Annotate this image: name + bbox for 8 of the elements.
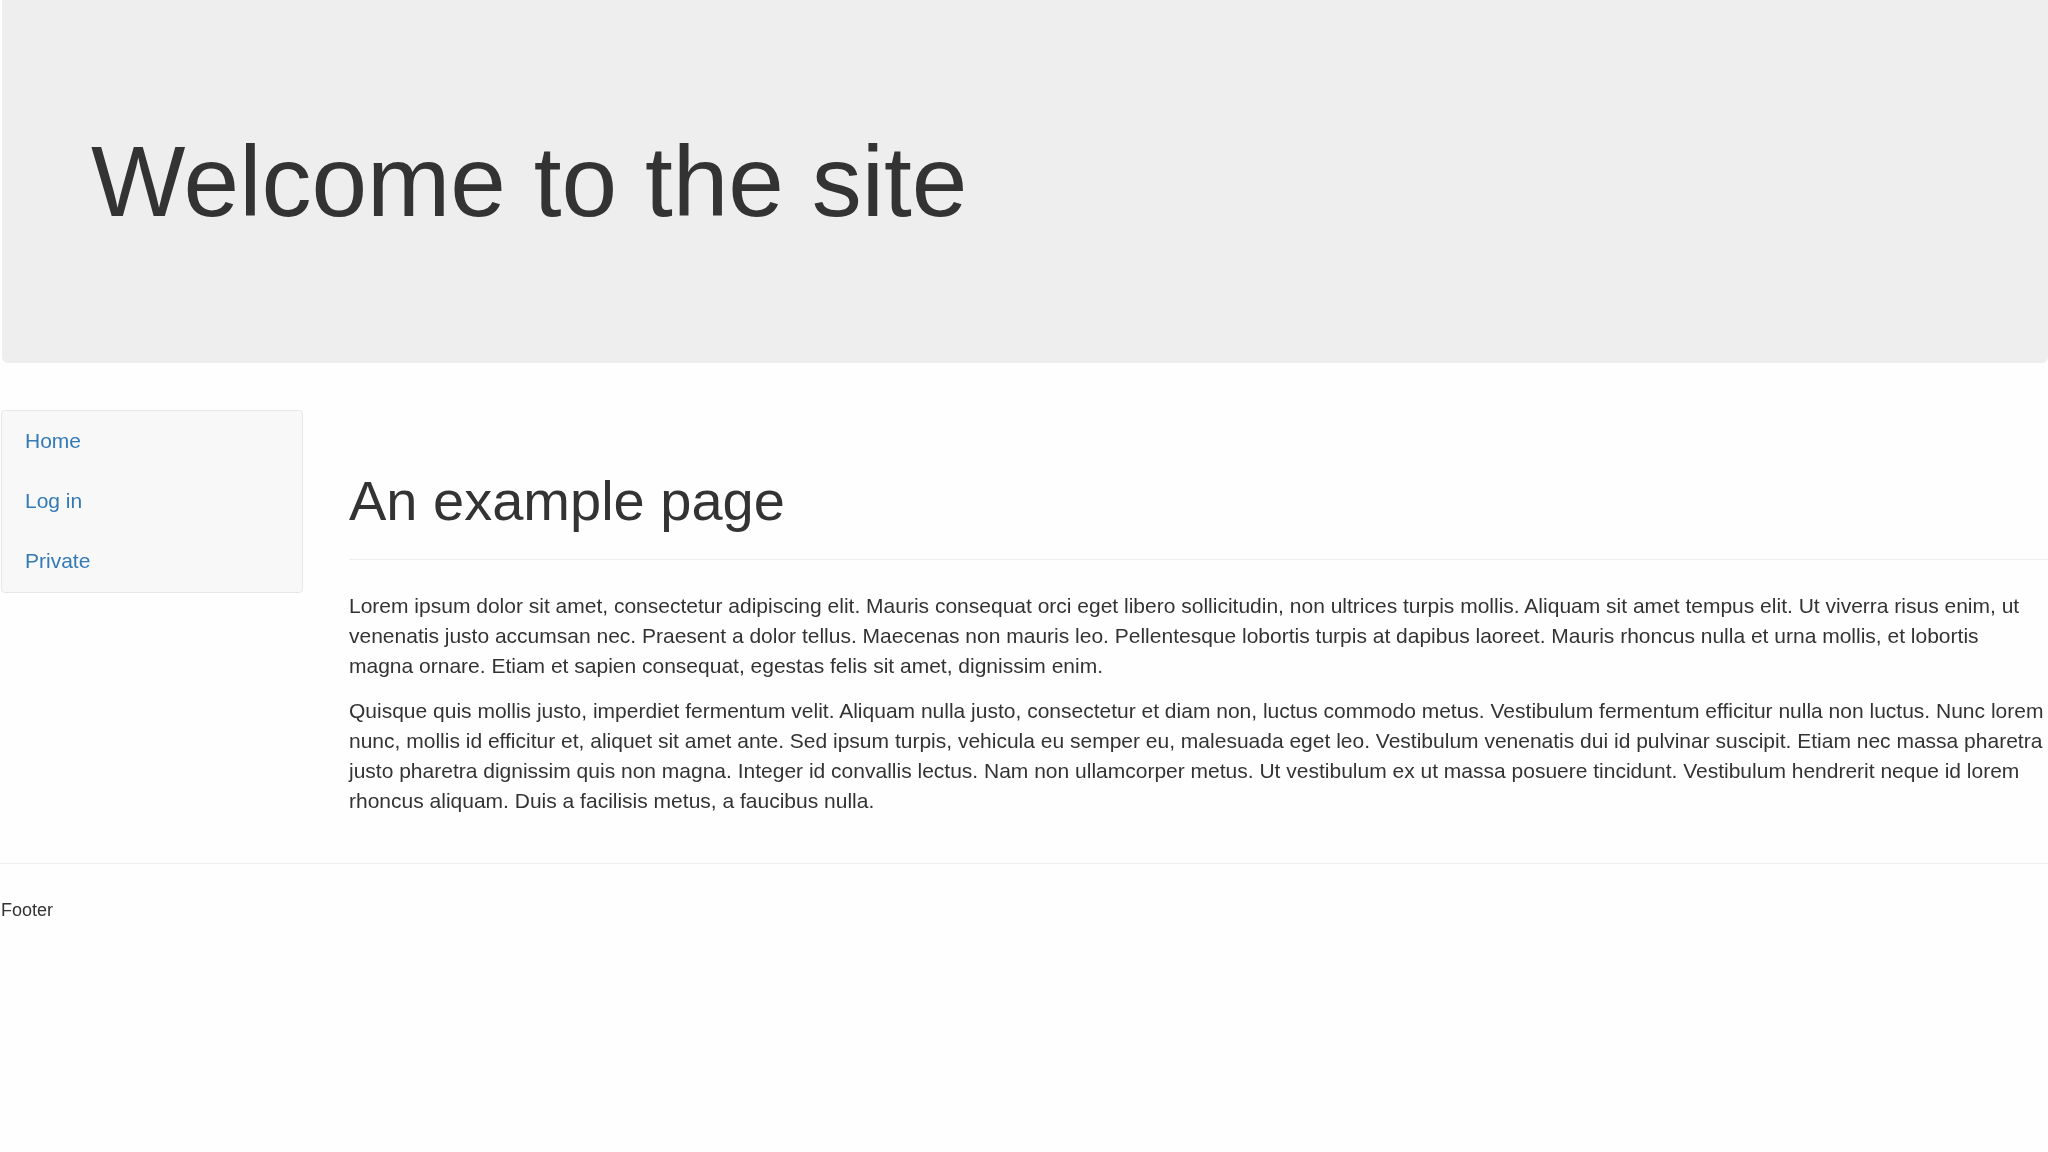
page-title: Welcome to the site — [91, 126, 968, 236]
body-paragraph: Quisque quis mollis justo, imperdiet fermentum velit. Aliquam nulla justo, consectetur et diam non, luctus commodo metus. Vestibulum fermentum efficitur nulla non luctus. Nunc lorem nunc, mollis id efficitur et, aliquet sit amet ante. Sed ipsum turpis, vehicula eu semper eu, malesuada eget leo. Vestibulum venenatis dui id pulvinar suscipit. Etiam nec massa pharetra justo pharetra dignissim quis non magna. Integer id convallis lectus. Nam non ullamcorper metus. Ut vestibulum ex ut massa posuere tincidunt. Vestibulum hendrerit neque id lorem rhoncus aliquam. Duis a facilisis metus, a faucibus nulla. — [349, 698, 2045, 814]
nav-link[interactable]: Private — [25, 546, 91, 576]
nav-link[interactable]: Home — [25, 426, 82, 456]
footer-text: Footer — [0, 899, 54, 922]
page-heading: An example page — [349, 470, 785, 532]
nav-link[interactable]: Log in — [25, 486, 83, 516]
body-paragraph: Lorem ipsum dolor sit amet, consectetur adipiscing elit. Mauris consequat orci eget libero sollicitudin, non ultrices turpis mollis. Aliquam sit amet tempus elit. Ut viverra risus enim, ut venenatis justo accumsan nec. Praesent a dolor tellus. Maecenas non mauris leo. Pellentesque lobortis turpis at dapibus laoreet. Mauris rhoncus nulla et urna mollis, et lobortis magna ornare. Etiam et sapien consequat, egestas felis sit amet, dignissim enim. — [349, 593, 2021, 679]
